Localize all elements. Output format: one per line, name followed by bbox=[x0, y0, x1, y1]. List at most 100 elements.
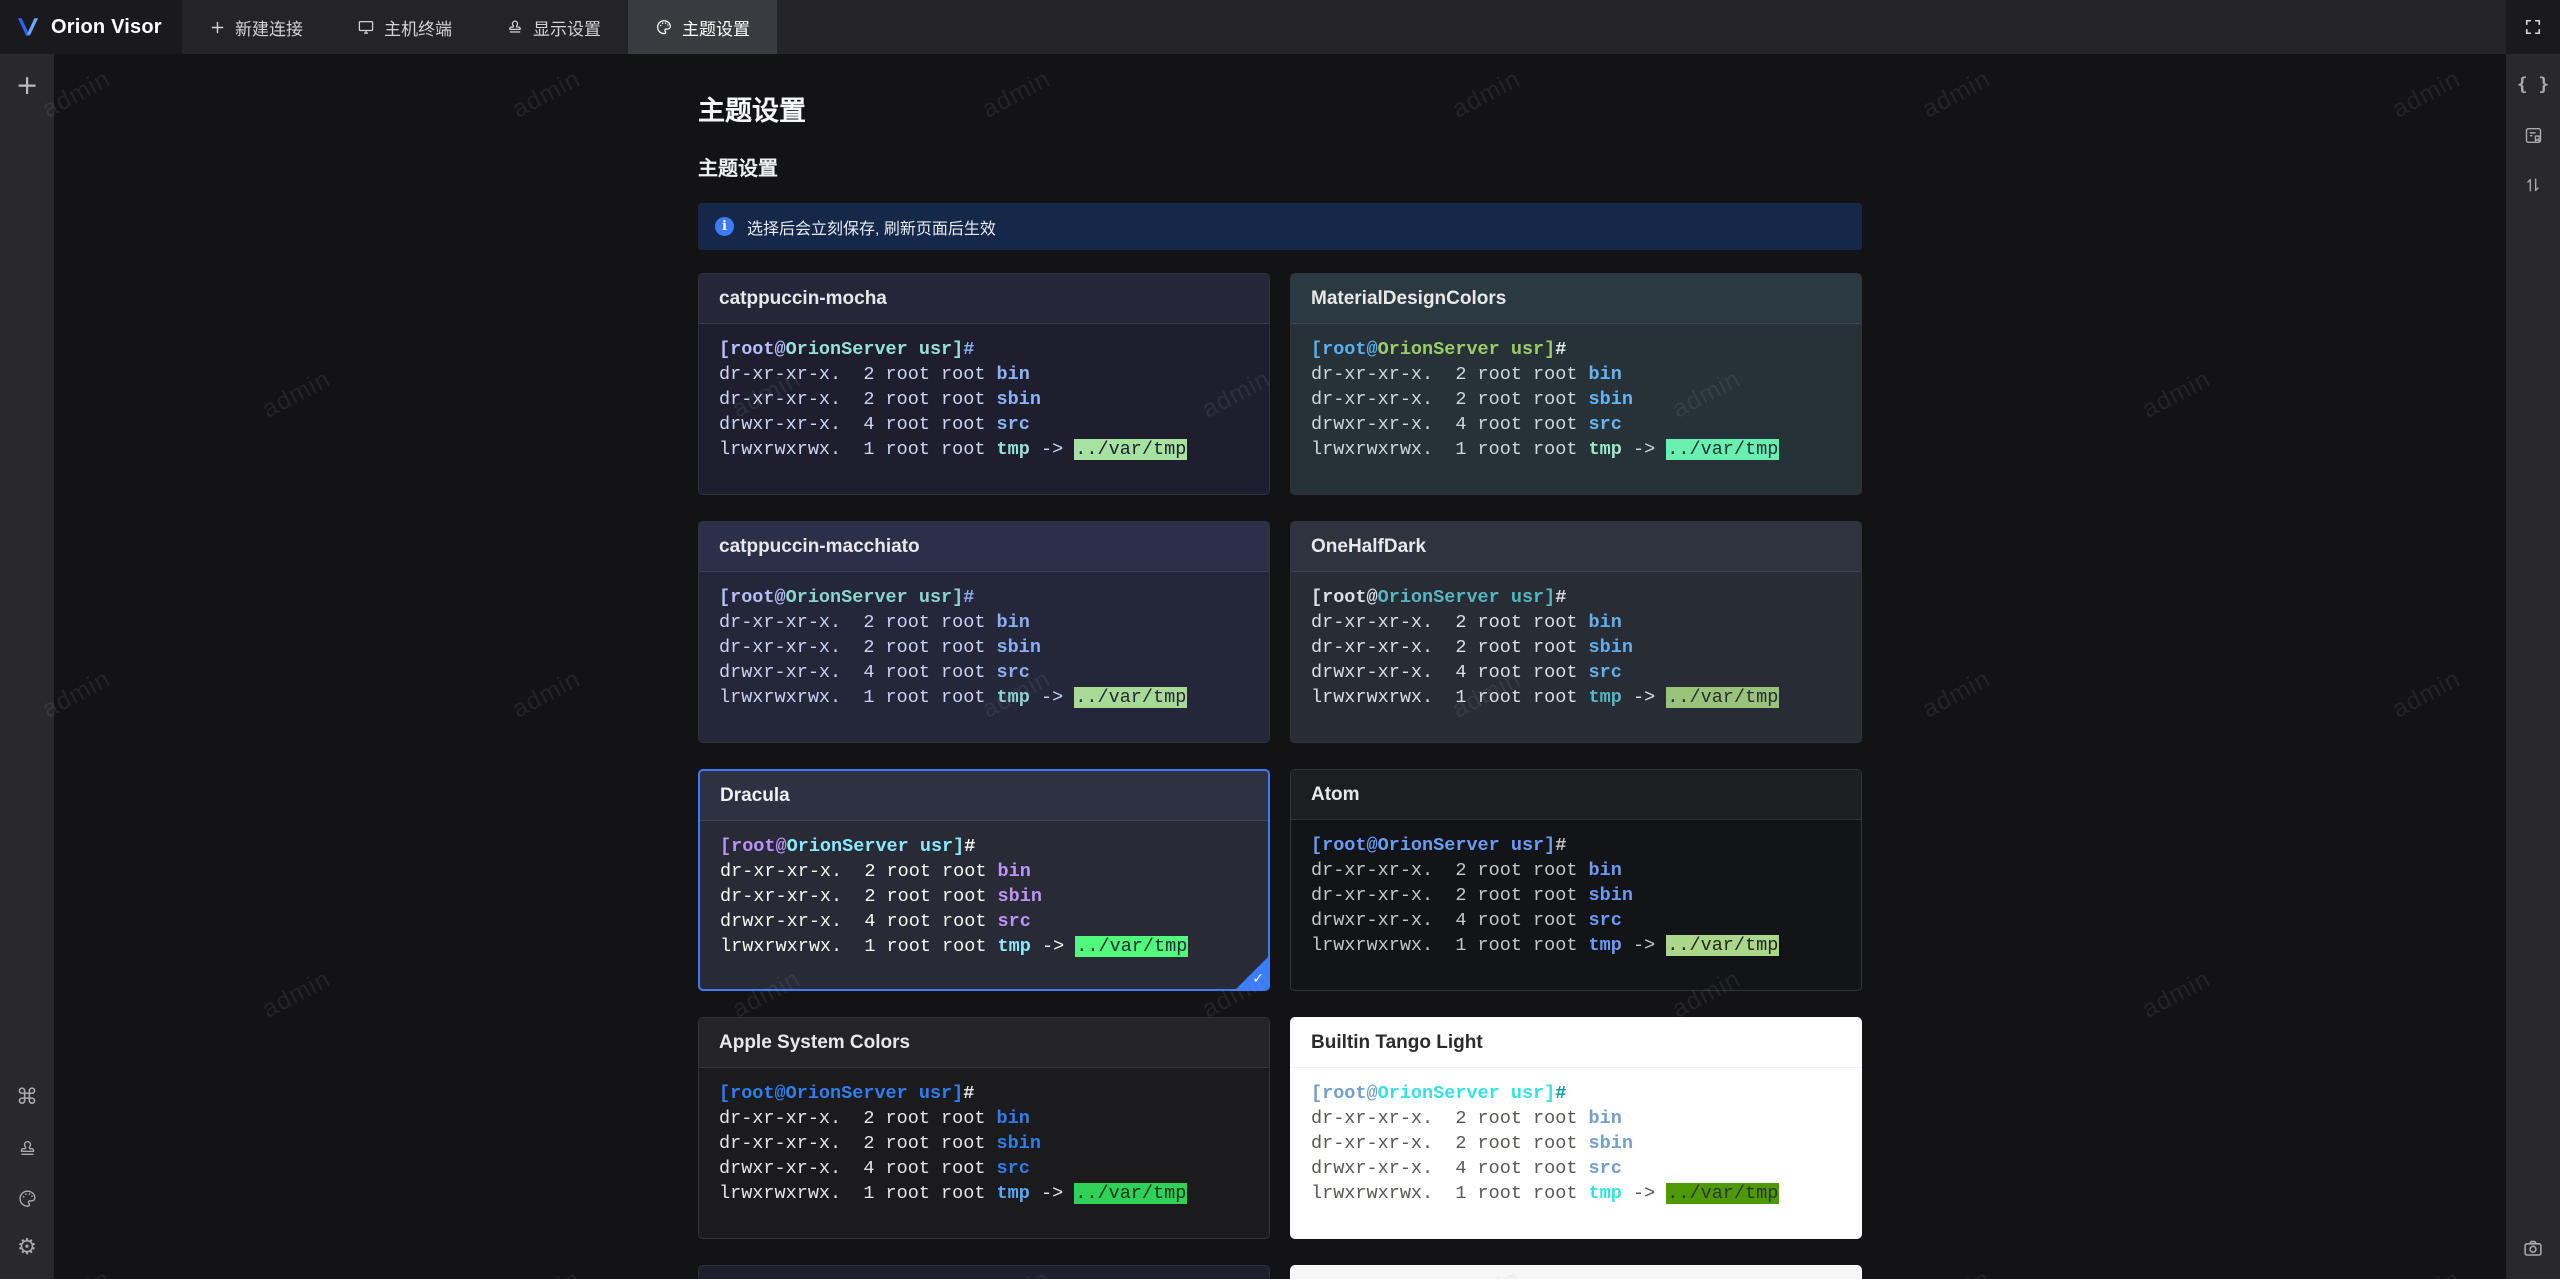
theme-card-title: Apple System Colors bbox=[699, 1018, 1269, 1068]
command-palette-button[interactable]: ⌘ bbox=[0, 1073, 54, 1123]
terminal-text: src bbox=[996, 662, 1030, 683]
terminal-text: [root@ bbox=[1311, 835, 1378, 856]
terminal-text: tmp bbox=[1588, 439, 1622, 460]
terminal-line: drwxr-xr-x. 4 root root src bbox=[720, 909, 1248, 934]
theme-card-partial-8[interactable] bbox=[698, 1265, 1270, 1279]
terminal-line: dr-xr-xr-x. 2 root root bin bbox=[1311, 610, 1841, 635]
terminal-line: lrwxrwxrwx. 1 root root tmp -> ../var/tm… bbox=[719, 1181, 1249, 1206]
terminal-text: OrionServer bbox=[785, 1083, 908, 1104]
tab-display-settings[interactable]: 显示设置 bbox=[479, 0, 628, 54]
screenshot-button[interactable] bbox=[2506, 1223, 2560, 1273]
terminal-text: -> bbox=[1621, 935, 1667, 956]
terminal-text: dr-xr-xr-x. 2 root root bbox=[720, 886, 998, 907]
palette-icon bbox=[655, 18, 673, 36]
settings-button[interactable]: ⚙ bbox=[0, 1223, 54, 1273]
theme-grid: catppuccin-mocha [root@OrionServer usr]# d… bbox=[698, 273, 1862, 1279]
theme-card-catppuccin-mocha[interactable]: catppuccin-mocha [root@OrionServer usr]# d… bbox=[698, 273, 1270, 495]
terminal-line: drwxr-xr-x. 4 root root src bbox=[1311, 412, 1841, 437]
terminal-text: [root@ bbox=[719, 1083, 786, 1104]
terminal-text: sbin bbox=[996, 389, 1041, 410]
new-connection-button[interactable]: + bbox=[0, 60, 54, 110]
terminal-text: usr] bbox=[1499, 587, 1556, 608]
theme-settings-button[interactable] bbox=[0, 1173, 54, 1223]
terminal-text: ../var/tmp bbox=[1666, 1183, 1780, 1204]
terminal-line: dr-xr-xr-x. 2 root root bin bbox=[719, 362, 1249, 387]
terminal-text: # bbox=[963, 1083, 975, 1104]
main-content: 主题设置 主题设置 i 选择后会立刻保存, 刷新页面后生效 catppuccin… bbox=[54, 54, 2506, 1279]
terminal-line: dr-xr-xr-x. 2 root root sbin bbox=[1311, 635, 1841, 660]
terminal-line: drwxr-xr-x. 4 root root src bbox=[719, 660, 1249, 685]
tab-new-connection[interactable]: 新建连接 bbox=[182, 0, 330, 54]
terminal-text: dr-xr-xr-x. 2 root root bbox=[1311, 364, 1589, 385]
theme-card-builtin-tango-light[interactable]: Builtin Tango Light [root@OrionServer usr… bbox=[1290, 1017, 1862, 1239]
terminal-text: usr] bbox=[908, 836, 965, 857]
terminal-text: -> bbox=[1029, 687, 1075, 708]
theme-card-materialdesigncolors[interactable]: MaterialDesignColors [root@OrionServer us… bbox=[1290, 273, 1862, 495]
terminal-line: dr-xr-xr-x. 2 root root sbin bbox=[719, 1131, 1249, 1156]
check-icon: ✓ bbox=[1252, 971, 1264, 987]
terminal-text: dr-xr-xr-x. 2 root root bbox=[719, 1133, 997, 1154]
terminal-line: dr-xr-xr-x. 2 root root bin bbox=[1311, 1106, 1841, 1131]
terminal-text: OrionServer bbox=[785, 339, 908, 360]
terminal-line: drwxr-xr-x. 4 root root src bbox=[719, 412, 1249, 437]
terminal-text: bin bbox=[996, 612, 1030, 633]
app-brand[interactable]: Orion Visor bbox=[0, 0, 182, 54]
tab-label: 显示设置 bbox=[533, 19, 601, 39]
sort-vertical-icon bbox=[2523, 175, 2543, 195]
terminal-text: dr-xr-xr-x. 2 root root bbox=[719, 1108, 997, 1129]
terminal-text: lrwxrwxrwx. 1 root root bbox=[719, 1183, 997, 1204]
terminal-text: drwxr-xr-x. 4 root root bbox=[719, 414, 997, 435]
terminal-text: # bbox=[963, 339, 975, 360]
terminal-line: [root@OrionServer usr]# bbox=[720, 834, 1248, 859]
sort-button[interactable] bbox=[2506, 160, 2560, 210]
terminal-text: drwxr-xr-x. 4 root root bbox=[1311, 910, 1589, 931]
terminal-text: drwxr-xr-x. 4 root root bbox=[1311, 1158, 1589, 1179]
terminal-text: drwxr-xr-x. 4 root root bbox=[719, 1158, 997, 1179]
terminal-text: tmp bbox=[996, 1183, 1030, 1204]
terminal-text: sbin bbox=[996, 637, 1041, 658]
camera-icon bbox=[2522, 1237, 2544, 1259]
terminal-text: sbin bbox=[1588, 389, 1633, 410]
left-sidebar: + ⌘ ⚙ bbox=[0, 54, 54, 1279]
terminal-text: -> bbox=[1621, 687, 1667, 708]
theme-card-atom[interactable]: Atom [root@OrionServer usr]# dr-xr-xr-x. 2… bbox=[1290, 769, 1862, 991]
terminal-text: OrionServer bbox=[786, 836, 909, 857]
terminal-text: ../var/tmp bbox=[1666, 439, 1780, 460]
app-title: Orion Visor bbox=[51, 15, 162, 38]
theme-card-apple-system-colors[interactable]: Apple System Colors [root@OrionServer usr… bbox=[698, 1017, 1270, 1239]
terminal-line: dr-xr-xr-x. 2 root root bin bbox=[719, 1106, 1249, 1131]
terminal-text: dr-xr-xr-x. 2 root root bbox=[719, 389, 997, 410]
terminal-line: dr-xr-xr-x. 2 root root bin bbox=[720, 859, 1248, 884]
terminal-text: -> bbox=[1029, 439, 1075, 460]
terminal-text: sbin bbox=[997, 886, 1042, 907]
tab-theme-settings[interactable]: 主题设置 bbox=[628, 0, 777, 54]
terminal-text: # bbox=[1555, 835, 1567, 856]
theme-card-onehalfdark[interactable]: OneHalfDark [root@OrionServer usr]# dr-xr-… bbox=[1290, 521, 1862, 743]
terminal-text: lrwxrwxrwx. 1 root root bbox=[719, 439, 997, 460]
theme-card-catppuccin-macchiato[interactable]: catppuccin-macchiato [root@OrionServer us… bbox=[698, 521, 1270, 743]
fullscreen-button[interactable] bbox=[2506, 0, 2560, 54]
terminal-text: OrionServer bbox=[785, 587, 908, 608]
plus-icon: + bbox=[15, 69, 39, 101]
terminal-text: ../var/tmp bbox=[1074, 439, 1188, 460]
theme-card-partial-9[interactable] bbox=[1290, 1265, 1862, 1279]
display-settings-button[interactable] bbox=[0, 1123, 54, 1173]
bookmark-doc-button[interactable] bbox=[2506, 110, 2560, 160]
terminal-text: dr-xr-xr-x. 2 root root bbox=[1311, 1133, 1589, 1154]
info-alert: i 选择后会立刻保存, 刷新页面后生效 bbox=[698, 203, 1862, 250]
terminal-preview: [root@OrionServer usr]# dr-xr-xr-x. 2 roo… bbox=[700, 821, 1268, 959]
terminal-line: drwxr-xr-x. 4 root root src bbox=[719, 1156, 1249, 1181]
terminal-line: dr-xr-xr-x. 2 root root sbin bbox=[1311, 387, 1841, 412]
tab-host-terminal[interactable]: 主机终端 bbox=[330, 0, 479, 54]
terminal-text: bin bbox=[1588, 612, 1622, 633]
gear-icon: ⚙ bbox=[17, 1235, 37, 1260]
terminal-text: usr] bbox=[907, 1083, 964, 1104]
tab-bar: 新建连接 主机终端 显示设置 主题设置 bbox=[182, 0, 777, 54]
tab-label: 主题设置 bbox=[682, 19, 750, 39]
json-view-button[interactable]: { } bbox=[2506, 60, 2560, 110]
terminal-text: lrwxrwxrwx. 1 root root bbox=[1311, 1183, 1589, 1204]
seal-icon bbox=[17, 1138, 38, 1159]
theme-card-dracula[interactable]: Dracula [root@OrionServer usr]# dr-xr-xr-x… bbox=[698, 769, 1270, 991]
terminal-text: OrionServer bbox=[1377, 835, 1500, 856]
info-alert-text: 选择后会立刻保存, 刷新页面后生效 bbox=[747, 220, 996, 238]
